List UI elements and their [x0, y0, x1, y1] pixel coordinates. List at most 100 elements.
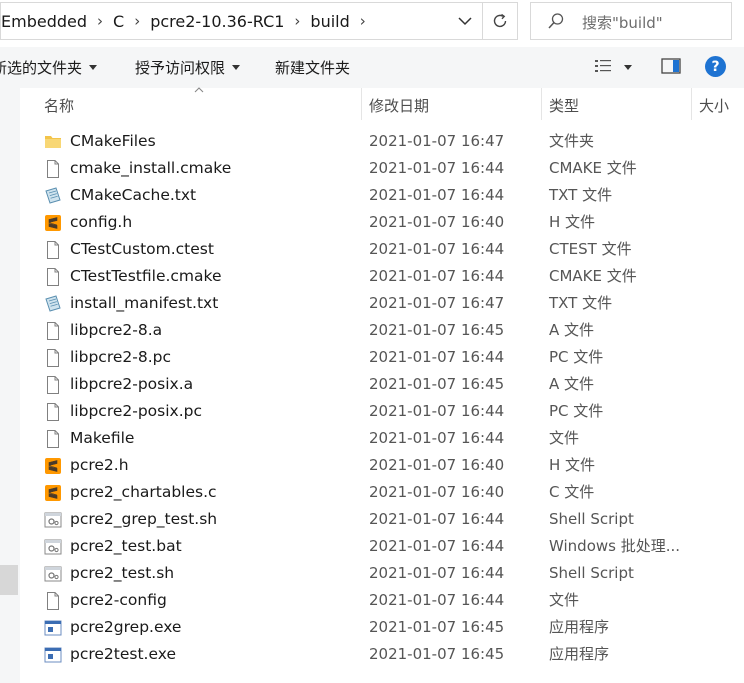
help-button[interactable]: ? — [705, 56, 726, 77]
file-name: pcre2test.exe — [70, 645, 176, 663]
search-box[interactable]: 搜索"build" — [530, 2, 732, 40]
file-type: C 文件 — [549, 483, 595, 501]
view-details-icon[interactable] — [594, 57, 612, 75]
address-history-button[interactable] — [448, 3, 482, 39]
file-row[interactable]: pcre2test.exe 2021-01-07 16:45 应用程序 55 — [44, 641, 744, 668]
preview-pane-icon[interactable] — [661, 57, 681, 75]
file-type: Windows 批处理... — [549, 537, 681, 555]
column-header-type[interactable]: 类型 — [549, 95, 579, 115]
sort-ascending-icon — [194, 87, 204, 93]
file-icon — [44, 241, 62, 259]
column-divider[interactable] — [541, 88, 542, 120]
new-folder-label: 新建文件夹 — [275, 59, 351, 77]
view-options-caret-icon[interactable] — [624, 65, 632, 70]
file-row[interactable]: libpcre2-posix.pc 2021-01-07 16:44 PC 文件 — [44, 398, 744, 425]
file-size — [724, 371, 744, 398]
column-header-size[interactable]: 大小 — [699, 95, 729, 115]
breadcrumb-c[interactable]: C — [113, 12, 124, 31]
file-row[interactable]: pcre2_grep_test.sh 2021-01-07 16:44 Shell … — [44, 506, 744, 533]
breadcrumb-build[interactable]: build — [310, 12, 349, 31]
file-row[interactable]: Makefile 2021-01-07 16:44 文件 3 — [44, 425, 744, 452]
file-icon — [44, 403, 62, 421]
file-row[interactable]: CMakeCache.txt 2021-01-07 16:44 TXT 文件 2 — [44, 182, 744, 209]
file-size — [724, 344, 744, 371]
exe-file-icon — [44, 646, 62, 664]
file-modified-date: 2021-01-07 16:44 — [369, 510, 505, 528]
file-size: 3 — [724, 425, 744, 452]
file-modified-date: 2021-01-07 16:44 — [369, 564, 505, 582]
file-modified-date: 2021-01-07 16:44 — [369, 429, 505, 447]
file-row[interactable]: CTestCustom.ctest 2021-01-07 16:44 CTEST 文… — [44, 236, 744, 263]
text-file-icon — [44, 187, 62, 205]
file-name: pcre2_chartables.c — [70, 483, 217, 501]
chevron-right-icon[interactable]: › — [350, 12, 376, 30]
file-modified-date: 2021-01-07 16:44 — [369, 348, 505, 366]
navigation-pane[interactable] — [0, 88, 20, 683]
search-icon — [548, 13, 564, 29]
file-row[interactable]: libpcre2-posix.a 2021-01-07 16:45 A 文件 — [44, 371, 744, 398]
file-modified-date: 2021-01-07 16:45 — [369, 618, 505, 636]
file-name: pcre2_test.sh — [70, 564, 175, 582]
filter-button[interactable]: 新选的文件夹 — [0, 47, 98, 88]
file-type: 应用程序 — [549, 645, 610, 663]
file-size: 44 — [724, 317, 744, 344]
file-row[interactable]: pcre2.h 2021-01-07 16:40 H 文件 4 — [44, 452, 744, 479]
search-input[interactable]: 搜索"build" — [582, 12, 663, 33]
file-name: CMakeFiles — [70, 132, 156, 150]
chevron-right-icon[interactable]: › — [87, 12, 113, 30]
file-type: 文件 — [549, 591, 580, 609]
file-row[interactable]: config.h 2021-01-07 16:40 H 文件 — [44, 209, 744, 236]
file-row[interactable]: pcre2_chartables.c 2021-01-07 16:40 C 文件 — [44, 479, 744, 506]
file-modified-date: 2021-01-07 16:44 — [369, 159, 505, 177]
file-size — [724, 209, 744, 236]
file-type: CTEST 文件 — [549, 240, 632, 258]
file-name: install_manifest.txt — [70, 294, 219, 312]
file-modified-date: 2021-01-07 16:44 — [369, 591, 505, 609]
file-row[interactable]: install_manifest.txt 2021-01-07 16:47 TXT … — [44, 290, 744, 317]
file-modified-date: 2021-01-07 16:44 — [369, 402, 505, 420]
file-icon — [44, 430, 62, 448]
file-row[interactable]: pcre2grep.exe 2021-01-07 16:45 应用程序 44 — [44, 614, 744, 641]
chevron-right-icon[interactable]: › — [284, 12, 310, 30]
file-size — [724, 587, 744, 614]
file-row[interactable]: pcre2_test.bat 2021-01-07 16:44 Windows 批处… — [44, 533, 744, 560]
address-bar[interactable]: Embedded › C › pcre2-10.36-RC1 › build › — [0, 2, 518, 40]
column-header-name[interactable]: 名称 — [44, 95, 74, 115]
file-type: H 文件 — [549, 213, 596, 231]
file-row[interactable]: cmake_install.cmake 2021-01-07 16:44 CMAKE… — [44, 155, 744, 182]
caret-down-icon — [89, 65, 98, 70]
file-modified-date: 2021-01-07 16:40 — [369, 213, 505, 231]
file-name: config.h — [70, 213, 133, 231]
file-row[interactable]: pcre2_test.sh 2021-01-07 16:44 Shell Scrip… — [44, 560, 744, 587]
column-divider[interactable] — [691, 88, 692, 120]
file-modified-date: 2021-01-07 16:44 — [369, 537, 505, 555]
file-size: 4 — [724, 452, 744, 479]
file-size — [724, 533, 744, 560]
share-access-button[interactable]: 授予访问权限 — [135, 47, 241, 88]
breadcrumb-pcre2[interactable]: pcre2-10.36-RC1 — [150, 12, 284, 31]
new-folder-button[interactable]: 新建文件夹 — [275, 47, 350, 88]
file-type: CMAKE 文件 — [549, 267, 637, 285]
file-row[interactable]: CTestTestfile.cmake 2021-01-07 16:44 CMAKE… — [44, 263, 744, 290]
file-name: pcre2grep.exe — [70, 618, 182, 636]
file-modified-date: 2021-01-07 16:44 — [369, 267, 505, 285]
file-name: pcre2-config — [70, 591, 167, 609]
refresh-button[interactable] — [483, 3, 517, 39]
file-row[interactable]: CMakeFiles 2021-01-07 16:47 文件夹 — [44, 128, 744, 155]
breadcrumb: Embedded › C › pcre2-10.36-RC1 › build › — [1, 3, 376, 39]
breadcrumb-embedded[interactable]: Embedded — [1, 12, 87, 31]
file-type: TXT 文件 — [549, 294, 613, 312]
file-row[interactable]: libpcre2-8.a 2021-01-07 16:45 A 文件 44 — [44, 317, 744, 344]
column-divider[interactable] — [361, 88, 362, 120]
file-type: CMAKE 文件 — [549, 159, 637, 177]
column-header-modified[interactable]: 修改日期 — [369, 95, 429, 115]
chevron-right-icon[interactable]: › — [124, 12, 150, 30]
file-size: 1 — [724, 290, 744, 317]
nav-selected-item[interactable] — [0, 565, 18, 595]
file-row[interactable]: pcre2-config 2021-01-07 16:44 文件 — [44, 587, 744, 614]
file-modified-date: 2021-01-07 16:45 — [369, 645, 505, 663]
folder-icon — [44, 133, 62, 151]
file-name: pcre2.h — [70, 456, 129, 474]
text-file-icon — [44, 295, 62, 313]
file-row[interactable]: libpcre2-8.pc 2021-01-07 16:44 PC 文件 — [44, 344, 744, 371]
